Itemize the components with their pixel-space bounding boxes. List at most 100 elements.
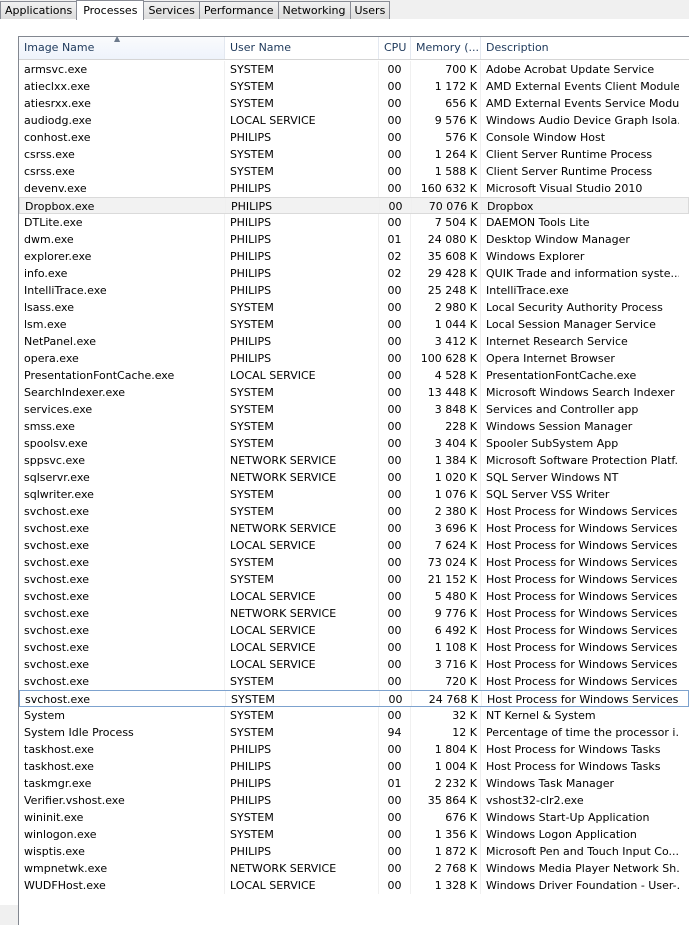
cell-user-name: NETWORK SERVICE xyxy=(225,469,379,486)
cell-user-name: SYSTEM xyxy=(225,78,379,95)
column-header-cpu[interactable]: CPU xyxy=(379,37,411,59)
cell-image-name: svchost.exe xyxy=(19,622,225,639)
cell-cpu: 00 xyxy=(379,486,411,503)
cell-image-name: DTLite.exe xyxy=(19,214,225,231)
cell-user-name: PHILIPS xyxy=(225,350,379,367)
cell-cpu: 00 xyxy=(379,316,411,333)
table-row[interactable]: atiesrxx.exe SYSTEM 00 656 K AMD External Ev… xyxy=(19,95,689,112)
cell-image-name: Dropbox.exe xyxy=(20,198,226,213)
table-row[interactable]: taskmgr.exe PHILIPS 01 2 232 K Windows Task … xyxy=(19,775,689,792)
table-row[interactable]: wmpnetwk.exe NETWORK SERVICE 00 2 768 K Wind… xyxy=(19,860,689,877)
cell-image-name: armsvc.exe xyxy=(19,61,225,78)
table-row[interactable]: sqlwriter.exe SYSTEM 00 1 076 K SQL Server V… xyxy=(19,486,689,503)
column-header-image-name[interactable]: ▲ Image Name xyxy=(19,37,225,59)
table-row[interactable]: WUDFHost.exe LOCAL SERVICE 00 1 328 K Window… xyxy=(19,877,689,894)
table-row[interactable]: taskhost.exe PHILIPS 00 1 004 K Host Process… xyxy=(19,758,689,775)
table-row[interactable]: wininit.exe SYSTEM 00 676 K Windows Start-Up… xyxy=(19,809,689,826)
tab-networking[interactable]: Networking xyxy=(277,1,351,19)
tab-performance[interactable]: Performance xyxy=(198,1,279,19)
table-row[interactable]: DTLite.exe PHILIPS 00 7 504 K DAEMON Tools L… xyxy=(19,214,689,231)
table-row[interactable]: IntelliTrace.exe PHILIPS 00 25 248 K Intelli… xyxy=(19,282,689,299)
table-row[interactable]: opera.exe PHILIPS 00 100 628 K Opera Interne… xyxy=(19,350,689,367)
cell-memory: 228 K xyxy=(411,418,481,435)
table-row[interactable]: svchost.exe LOCAL SERVICE 00 6 492 K Host Pr… xyxy=(19,622,689,639)
table-row[interactable]: Dropbox.exe PHILIPS 00 70 076 K Dropbox xyxy=(19,197,689,214)
table-row[interactable]: NetPanel.exe PHILIPS 00 3 412 K Internet Res… xyxy=(19,333,689,350)
cell-user-name: LOCAL SERVICE xyxy=(225,537,379,554)
cell-user-name: PHILIPS xyxy=(225,775,379,792)
table-row[interactable]: lsass.exe SYSTEM 00 2 980 K Local Security A… xyxy=(19,299,689,316)
column-header-memory[interactable]: Memory (... xyxy=(411,37,481,59)
table-row[interactable]: taskhost.exe PHILIPS 00 1 804 K Host Process… xyxy=(19,741,689,758)
table-row[interactable]: dwm.exe PHILIPS 01 24 080 K Desktop Window M… xyxy=(19,231,689,248)
table-row[interactable]: System SYSTEM 00 32 K NT Kernel & System xyxy=(19,707,689,724)
table-row[interactable]: svchost.exe SYSTEM 00 2 380 K Host Process f… xyxy=(19,503,689,520)
table-row[interactable]: csrss.exe SYSTEM 00 1 588 K Client Server Ru… xyxy=(19,163,689,180)
cell-memory: 21 152 K xyxy=(411,571,481,588)
cell-description: Windows Start-Up Application xyxy=(486,811,650,824)
cell-user-name: SYSTEM xyxy=(225,724,379,741)
table-row[interactable]: svchost.exe SYSTEM 00 24 768 K Host Process … xyxy=(19,690,689,707)
cell-cpu: 01 xyxy=(379,775,411,792)
table-row[interactable]: conhost.exe PHILIPS 00 576 K Console Window … xyxy=(19,129,689,146)
cell-memory: 5 480 K xyxy=(411,588,481,605)
cell-cpu: 00 xyxy=(380,691,412,706)
cell-cpu: 00 xyxy=(380,198,412,213)
cell-cpu: 00 xyxy=(379,163,411,180)
cell-user-name: PHILIPS xyxy=(225,129,379,146)
table-row[interactable]: lsm.exe SYSTEM 00 1 044 K Local Session Mana… xyxy=(19,316,689,333)
column-header-user-name[interactable]: User Name xyxy=(225,37,379,59)
table-row[interactable]: svchost.exe SYSTEM 00 720 K Host Process for… xyxy=(19,673,689,690)
cell-cpu: 00 xyxy=(379,146,411,163)
table-row[interactable]: atieclxx.exe SYSTEM 00 1 172 K AMD External … xyxy=(19,78,689,95)
cell-user-name: SYSTEM xyxy=(225,673,379,690)
cell-user-name: SYSTEM xyxy=(225,316,379,333)
table-row[interactable]: devenv.exe PHILIPS 00 160 632 K Microsoft Vi… xyxy=(19,180,689,197)
cell-memory: 9 576 K xyxy=(411,112,481,129)
cell-image-name: taskmgr.exe xyxy=(19,775,225,792)
table-row[interactable]: spoolsv.exe SYSTEM 00 3 404 K Spooler SubSys… xyxy=(19,435,689,452)
table-row[interactable]: audiodg.exe LOCAL SERVICE 00 9 576 K Windows… xyxy=(19,112,689,129)
cell-description: Microsoft Windows Search Indexer xyxy=(486,386,675,399)
table-row[interactable]: sqlservr.exe NETWORK SERVICE 00 1 020 K SQL … xyxy=(19,469,689,486)
tab-users[interactable]: Users xyxy=(349,1,391,19)
column-header-description[interactable]: Description xyxy=(481,37,679,59)
cell-image-name: svchost.exe xyxy=(19,588,225,605)
table-row[interactable]: svchost.exe LOCAL SERVICE 00 7 624 K Host Pr… xyxy=(19,537,689,554)
table-row[interactable]: System Idle Process SYSTEM 94 12 K Percentag… xyxy=(19,724,689,741)
tab-applications[interactable]: Applications xyxy=(0,1,78,19)
table-row[interactable]: svchost.exe NETWORK SERVICE 00 3 696 K Host … xyxy=(19,520,689,537)
cell-description: Host Process for Windows Tasks xyxy=(486,743,661,756)
table-row[interactable]: winlogon.exe SYSTEM 00 1 356 K Windows Logon… xyxy=(19,826,689,843)
cell-memory: 1 384 K xyxy=(411,452,481,469)
cell-memory: 2 380 K xyxy=(411,503,481,520)
table-row[interactable]: csrss.exe SYSTEM 00 1 264 K Client Server Ru… xyxy=(19,146,689,163)
cell-description: Windows Audio Device Graph Isola... xyxy=(486,114,679,127)
table-row[interactable]: svchost.exe LOCAL SERVICE 00 3 716 K Host Pr… xyxy=(19,656,689,673)
table-row[interactable]: SearchIndexer.exe SYSTEM 00 13 448 K Microso… xyxy=(19,384,689,401)
cell-user-name: PHILIPS xyxy=(225,248,379,265)
table-row[interactable]: PresentationFontCache.exe LOCAL SERVICE 00… xyxy=(19,367,689,384)
tab-processes[interactable]: Processes xyxy=(76,0,145,20)
table-row[interactable]: Verifier.vshost.exe PHILIPS 00 35 864 K vsho… xyxy=(19,792,689,809)
table-row[interactable]: svchost.exe NETWORK SERVICE 00 9 776 K Host … xyxy=(19,605,689,622)
table-row[interactable]: svchost.exe LOCAL SERVICE 00 1 108 K Host Pr… xyxy=(19,639,689,656)
process-list[interactable]: ▲ Image Name User Name CPU Memory (... D… xyxy=(18,36,689,925)
table-row[interactable]: smss.exe SYSTEM 00 228 K Windows Session Man… xyxy=(19,418,689,435)
tab-services[interactable]: Services xyxy=(143,1,200,19)
table-row[interactable]: svchost.exe SYSTEM 00 73 024 K Host Process … xyxy=(19,554,689,571)
table-row[interactable]: wisptis.exe PHILIPS 00 1 872 K Microsoft Pen… xyxy=(19,843,689,860)
table-row[interactable]: armsvc.exe SYSTEM 00 700 K Adobe Acrobat Upd… xyxy=(19,61,689,78)
table-row[interactable]: svchost.exe SYSTEM 00 21 152 K Host Process … xyxy=(19,571,689,588)
cell-description: Host Process for Windows Services xyxy=(487,693,679,706)
process-rows: armsvc.exe SYSTEM 00 700 K Adobe Acrobat Upd… xyxy=(19,60,689,894)
table-row[interactable]: sppsvc.exe NETWORK SERVICE 00 1 384 K Micros… xyxy=(19,452,689,469)
table-row[interactable]: info.exe PHILIPS 02 29 428 K QUIK Trade and … xyxy=(19,265,689,282)
cell-user-name: NETWORK SERVICE xyxy=(225,605,379,622)
cell-description: Host Process for Windows Services xyxy=(486,522,678,535)
cell-image-name: svchost.exe xyxy=(20,691,226,706)
cell-user-name: LOCAL SERVICE xyxy=(225,656,379,673)
table-row[interactable]: services.exe SYSTEM 00 3 848 K Services and … xyxy=(19,401,689,418)
table-row[interactable]: explorer.exe PHILIPS 02 35 608 K Windows Exp… xyxy=(19,248,689,265)
table-row[interactable]: svchost.exe LOCAL SERVICE 00 5 480 K Host Pr… xyxy=(19,588,689,605)
